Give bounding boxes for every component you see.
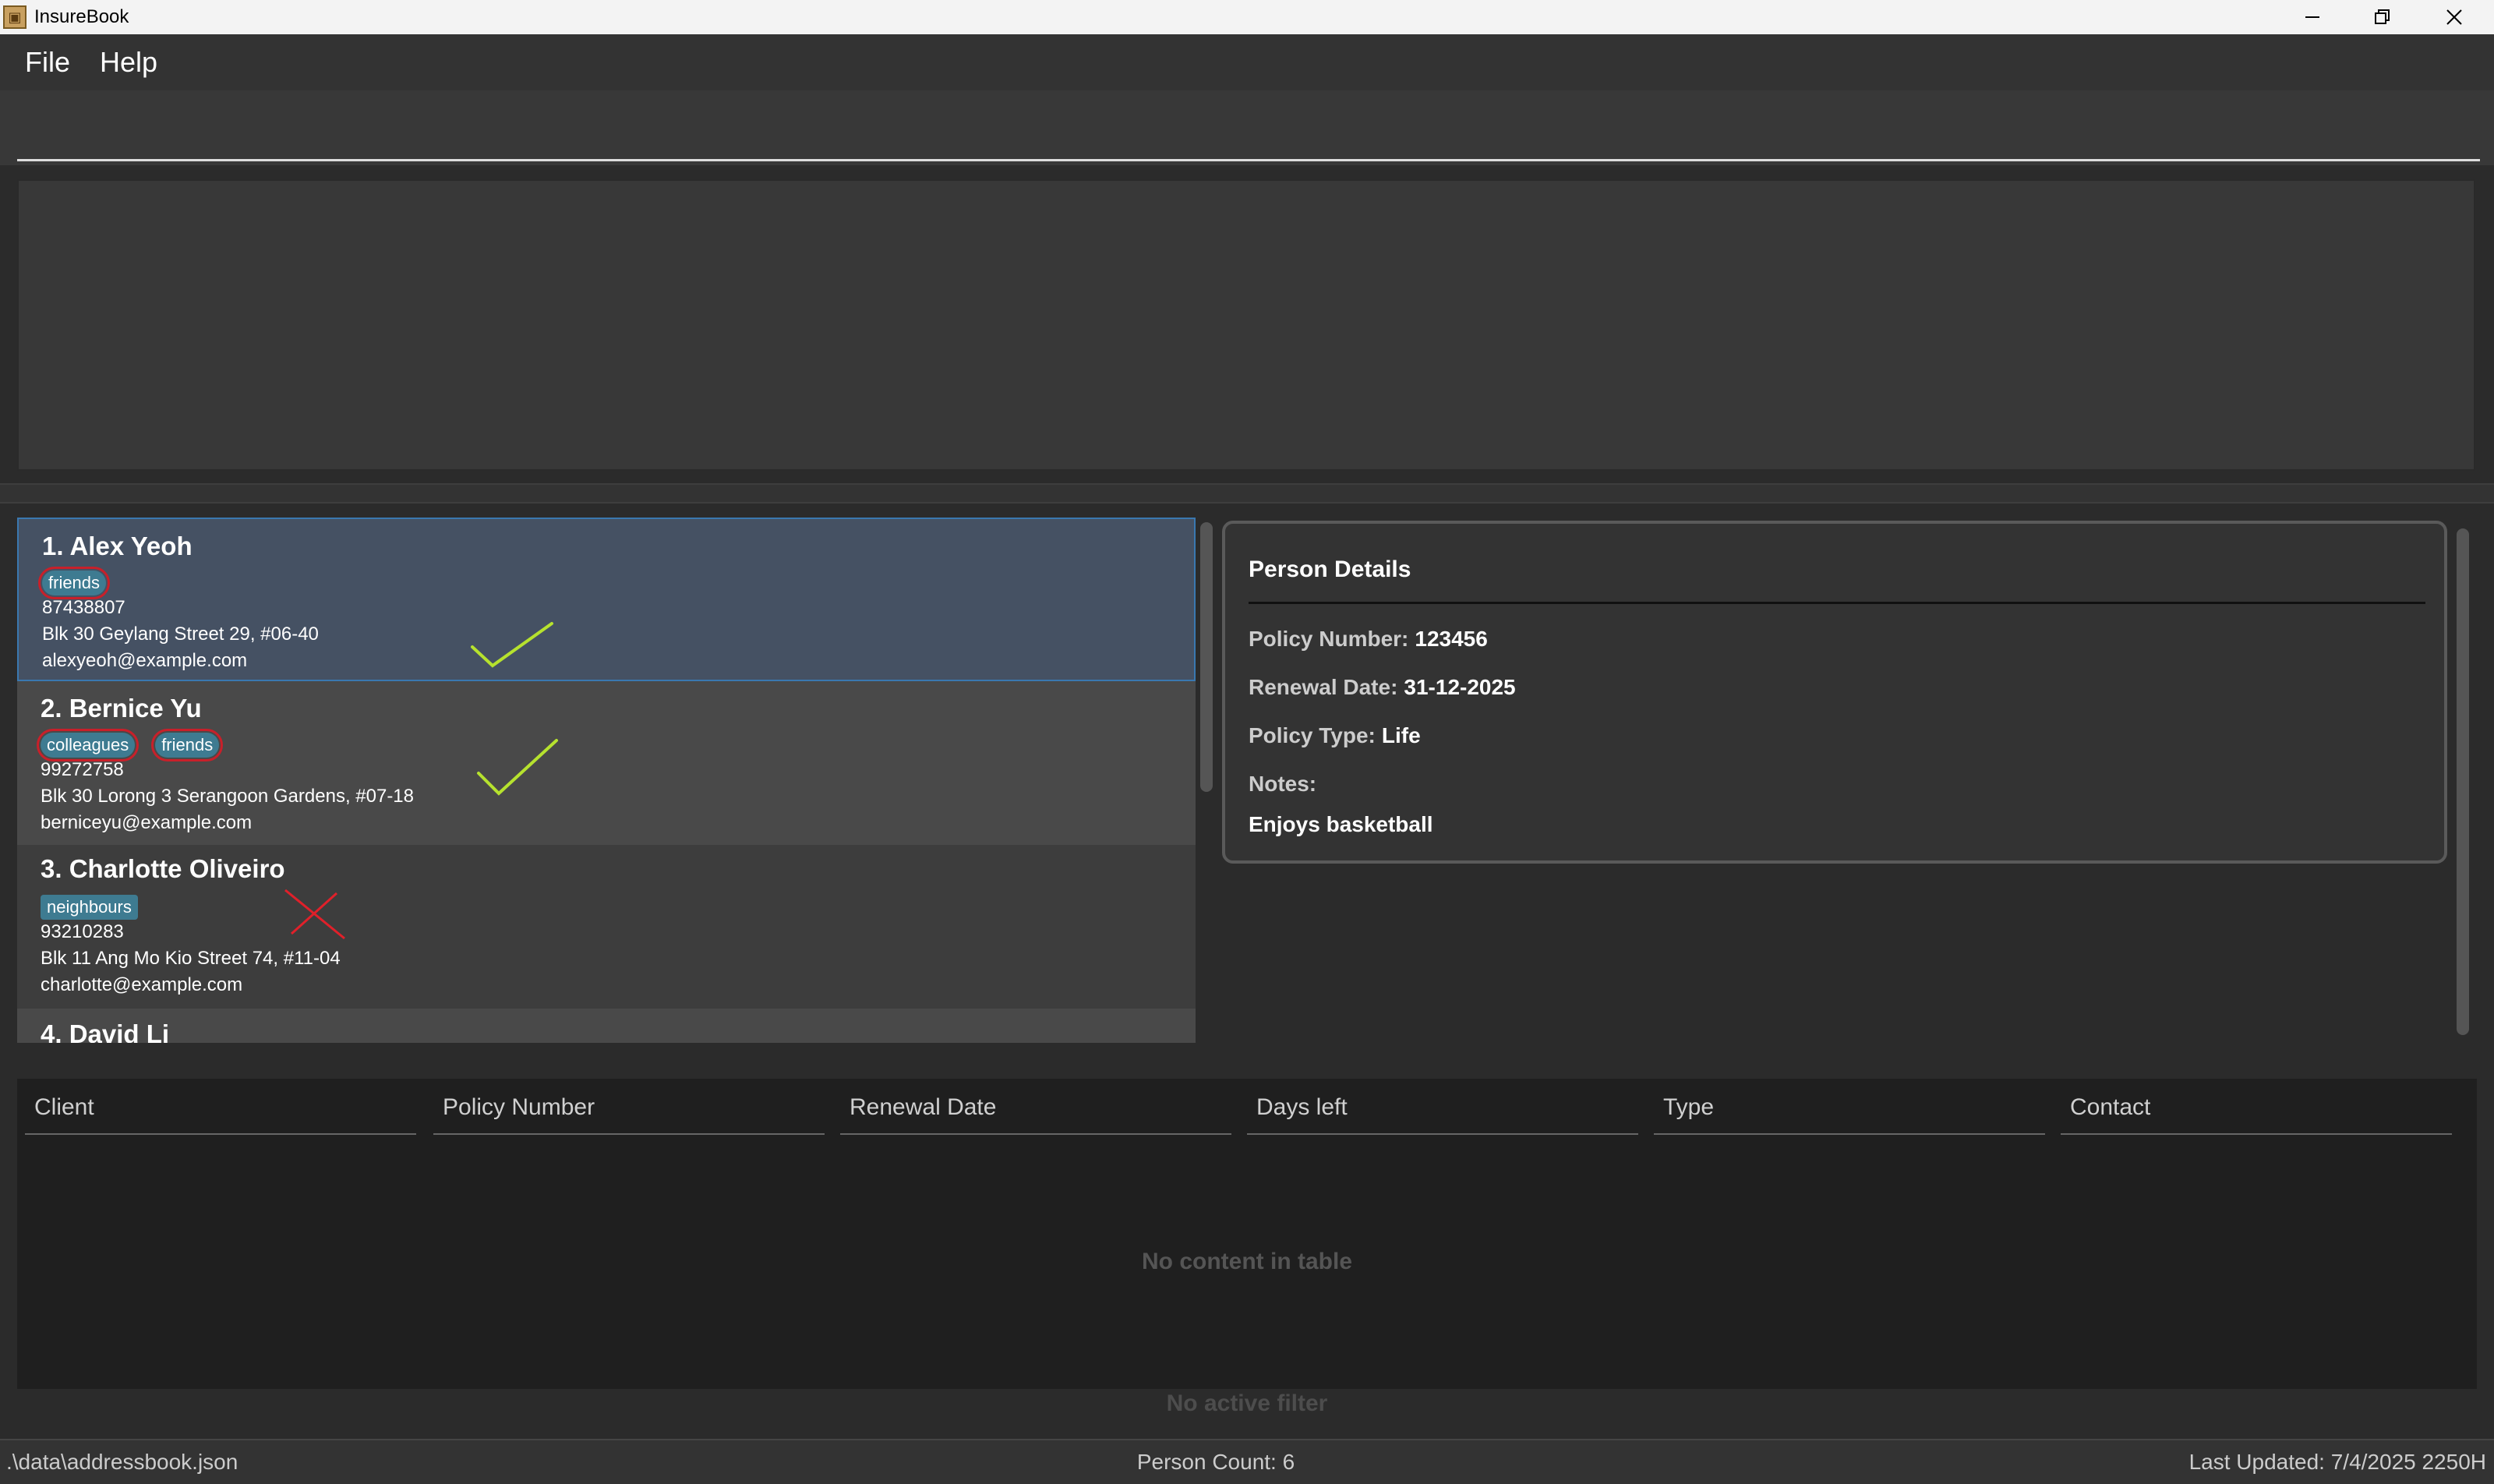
column-contact[interactable]: Contact: [2061, 1094, 2452, 1135]
person-phone: 99272758: [41, 759, 124, 780]
tag-list: neighbours: [41, 895, 138, 920]
app-logo-icon: ▣: [3, 5, 26, 29]
person-card[interactable]: 3. Charlotte Oliveiro neighbours 9321028…: [17, 845, 1196, 1009]
restore-button[interactable]: [2347, 0, 2418, 34]
policy-number-row: Policy Number: 123456: [1249, 627, 1488, 652]
person-phone: 93210283: [41, 921, 124, 942]
person-name: 2. Bernice Yu: [41, 694, 202, 723]
notes-value: Enjoys basketball: [1249, 812, 1433, 836]
person-address: Blk 30 Lorong 3 Serangoon Gardens, #07-1…: [41, 786, 415, 807]
tag: friends: [151, 729, 224, 761]
minimize-button[interactable]: [2277, 0, 2347, 34]
restore-icon: [2375, 9, 2390, 24]
cross-mark-icon: [284, 889, 345, 940]
person-list[interactable]: 1. Alex Yeoh friends 87438807 Blk 30 Gey…: [17, 518, 1196, 1043]
details-divider: [1249, 602, 2425, 604]
title-bar: ▣ InsureBook: [0, 0, 2494, 34]
filter-status: No active filter: [1166, 1390, 1328, 1416]
window-title: InsureBook: [34, 6, 129, 27]
close-button[interactable]: [2419, 0, 2489, 34]
person-details-panel: Person Details Policy Number: 123456 Rene…: [1222, 521, 2447, 864]
notes-label: Notes:: [1249, 772, 1317, 796]
person-address: Blk 30 Geylang Street 29, #06-40: [42, 624, 319, 645]
renewal-date-row: Renewal Date: 31-12-2025: [1249, 675, 1516, 700]
renewal-date-label: Renewal Date:: [1249, 675, 1398, 699]
tag-list: colleagues friends: [36, 729, 224, 761]
column-policy-number[interactable]: Policy Number: [433, 1094, 825, 1135]
tag-list: friends: [37, 567, 111, 599]
column-renewal-date[interactable]: Renewal Date: [840, 1094, 1231, 1135]
menu-file[interactable]: File: [25, 46, 70, 79]
tag: neighbours: [41, 895, 138, 920]
close-icon: [2446, 9, 2462, 25]
command-input[interactable]: [17, 90, 2480, 161]
tag: colleagues: [36, 729, 140, 761]
person-name: 1. Alex Yeoh: [42, 532, 193, 560]
person-name: 4. David Li: [41, 1019, 170, 1043]
person-card[interactable]: 1. Alex Yeoh friends 87438807 Blk 30 Gey…: [17, 518, 1196, 681]
menu-help[interactable]: Help: [100, 46, 157, 79]
notes-value-row: Enjoys basketball: [1249, 812, 1433, 837]
person-email: berniceyu@example.com: [41, 812, 253, 833]
check-mark-icon: [471, 622, 553, 668]
split-divider[interactable]: [0, 483, 2494, 504]
last-updated: Last Updated: 7/4/2025 2250H: [2188, 1450, 2486, 1474]
column-type[interactable]: Type: [1654, 1094, 2045, 1135]
column-client[interactable]: Client: [25, 1094, 416, 1135]
result-display[interactable]: [17, 179, 2475, 471]
tag: friends: [37, 567, 111, 599]
policy-number-label: Policy Number:: [1249, 627, 1409, 651]
policy-type-value: Life: [1381, 723, 1421, 747]
person-email: charlotte@example.com: [41, 974, 243, 995]
person-count: Person Count: 6: [1136, 1450, 1295, 1474]
person-name: 3. Charlotte Oliveiro: [41, 854, 285, 883]
renewal-date-value: 31-12-2025: [1404, 675, 1516, 699]
command-box: [0, 90, 2494, 165]
check-mark-icon: [477, 739, 558, 796]
notes-row: Notes:: [1249, 772, 1316, 797]
person-list-scrollbar[interactable]: [1200, 522, 1213, 792]
status-bar: .\data\addressbook.json Person Count: 6 …: [0, 1439, 2494, 1484]
person-phone: 87438807: [42, 597, 125, 618]
person-card[interactable]: 2. Bernice Yu colleagues friends 9927275…: [17, 681, 1196, 845]
policy-table: Client Policy Number Renewal Date Days l…: [17, 1079, 2477, 1389]
details-title: Person Details: [1249, 556, 1411, 582]
minimize-icon: [2305, 16, 2319, 18]
policy-type-label: Policy Type:: [1249, 723, 1376, 747]
table-header: Client Policy Number Renewal Date Days l…: [17, 1079, 2477, 1138]
policy-number-value: 123456: [1415, 627, 1488, 651]
person-email: alexyeoh@example.com: [42, 650, 248, 671]
person-address: Blk 11 Ang Mo Kio Street 74, #11-04: [41, 948, 341, 969]
table-empty-message: No content in table: [1142, 1249, 1352, 1274]
column-days-left[interactable]: Days left: [1247, 1094, 1638, 1135]
policy-type-row: Policy Type: Life: [1249, 723, 1421, 748]
person-card[interactable]: 4. David Li: [17, 1009, 1196, 1043]
menu-bar: File Help: [0, 34, 2494, 90]
details-scrollbar[interactable]: [2457, 528, 2469, 1035]
